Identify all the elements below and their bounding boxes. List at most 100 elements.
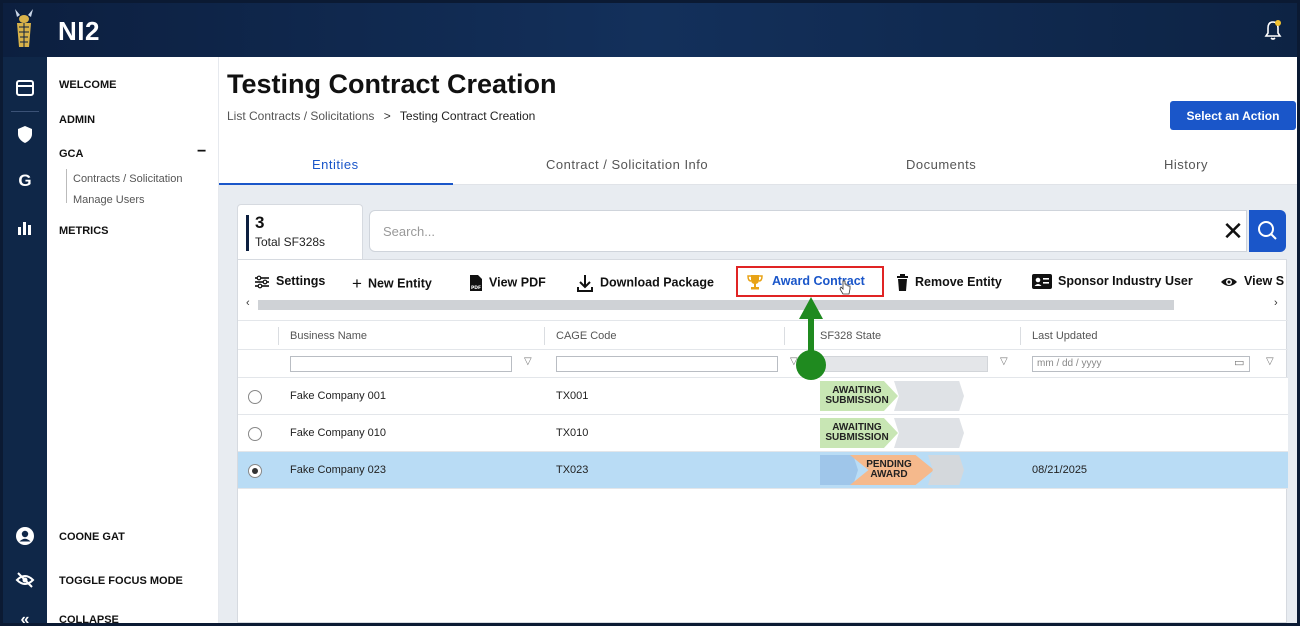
row-select-radio[interactable] (248, 427, 262, 441)
row-select-radio[interactable] (248, 464, 262, 478)
business-name-cell: Fake Company 001 (290, 390, 386, 402)
tab-bar: Entities Contract / Solicitation Info Do… (219, 143, 1297, 185)
icon-rail: G « (3, 57, 47, 623)
app-title: NI2 (58, 16, 100, 46)
dashboard-icon[interactable] (14, 77, 36, 99)
nav-admin[interactable]: ADMIN (59, 114, 95, 126)
breadcrumb: List Contracts / Solicitations > Testing… (227, 109, 535, 123)
business-name-filter[interactable] (290, 356, 512, 372)
sf328-state-cell: PENDING AWARD (820, 455, 970, 485)
scroll-right-icon[interactable]: › (1274, 297, 1278, 309)
annotation-arrow-icon (796, 297, 826, 380)
collapse-icon[interactable]: « (14, 609, 36, 623)
table-row-selected[interactable]: Fake Company 023 TX023 PENDING AWARD 08/… (238, 452, 1288, 489)
clear-search-icon[interactable]: ✕ (1221, 216, 1245, 246)
business-name-cell: Fake Company 023 (290, 464, 386, 476)
tab-contract-info[interactable]: Contract / Solicitation Info (546, 157, 708, 172)
notification-bell-icon[interactable] (1263, 19, 1283, 41)
sponsor-industry-user-button[interactable]: Sponsor Industry User (1032, 274, 1193, 290)
search-button[interactable] (1249, 210, 1286, 252)
cage-code-cell: TX010 (556, 427, 589, 439)
scroll-thumb[interactable] (258, 300, 1174, 310)
total-count: 3 (255, 213, 265, 232)
search-icon (1258, 221, 1277, 240)
scroll-left-icon[interactable]: ‹ (246, 297, 250, 309)
view-pdf-label: View PDF (489, 275, 546, 290)
tab-documents[interactable]: Documents (906, 157, 976, 172)
toolbar-scrollbar[interactable]: ‹ › (244, 297, 1282, 312)
filter-icon[interactable]: ▽ (1000, 356, 1008, 367)
logo-icon (15, 9, 33, 47)
new-entity-button[interactable]: + New Entity (352, 274, 432, 294)
breadcrumb-separator: > (383, 109, 391, 123)
cage-code-filter[interactable] (556, 356, 778, 372)
collapse-gca-icon[interactable]: − (197, 143, 206, 161)
breadcrumb-parent[interactable]: List Contracts / Solicitations (227, 109, 374, 123)
column-business-name[interactable]: Business Name (290, 330, 367, 342)
top-bar: NI2 (3, 3, 1297, 57)
submenu-line (66, 169, 67, 203)
tab-history[interactable]: History (1164, 157, 1208, 172)
main-content: Testing Contract Creation List Contracts… (219, 57, 1297, 623)
svg-text:PDF: PDF (471, 285, 481, 291)
filter-icon[interactable]: ▽ (1266, 356, 1274, 367)
count-accent-bar (246, 215, 249, 251)
cage-code-cell: TX023 (556, 464, 589, 476)
view-button[interactable]: View S (1220, 274, 1284, 289)
id-card-icon (1032, 274, 1052, 290)
remove-entity-label: Remove Entity (915, 274, 1002, 289)
settings-button[interactable]: Settings (254, 274, 325, 289)
pdf-file-icon: PDF (470, 275, 482, 291)
trophy-icon (747, 275, 763, 290)
download-package-button[interactable]: Download Package (576, 274, 714, 292)
eye-icon (1221, 277, 1237, 286)
sponsor-industry-user-label: Sponsor Industry User (1058, 274, 1193, 288)
sf328-state-filter[interactable] (820, 356, 988, 372)
entities-grid-panel: Settings + New Entity PDF View PDF Downl… (237, 259, 1288, 623)
trash-icon (897, 274, 908, 291)
page-title: Testing Contract Creation (227, 69, 557, 99)
column-separator (278, 327, 279, 345)
state-label-line2: SUBMISSION (825, 395, 889, 406)
sf328-state-cell: AWAITING SUBMISSION (820, 381, 970, 411)
sidebar-nav: WELCOME ADMIN GCA − Contracts / Solicita… (47, 57, 219, 623)
column-last-updated[interactable]: Last Updated (1032, 330, 1097, 342)
last-updated-filter[interactable]: mm / dd / yyyy (1032, 356, 1250, 372)
shield-icon[interactable] (14, 123, 36, 145)
state-label-line2: SUBMISSION (825, 432, 889, 443)
nav-metrics[interactable]: METRICS (59, 225, 109, 237)
nav-manage-users[interactable]: Manage Users (73, 194, 145, 206)
filter-icon[interactable]: ▽ (524, 356, 532, 367)
table-row[interactable]: Fake Company 010 TX010 AWAITING SUBMISSI… (238, 415, 1288, 452)
nav-toggle-focus[interactable]: TOGGLE FOCUS MODE (59, 575, 183, 587)
nav-user[interactable]: COONE GAT (59, 531, 125, 543)
row-select-radio[interactable] (248, 390, 262, 404)
breadcrumb-current: Testing Contract Creation (399, 109, 536, 123)
search-input[interactable]: Search... (369, 210, 1247, 252)
column-cage-code[interactable]: CAGE Code (556, 330, 617, 342)
nav-contracts[interactable]: Contracts / Solicitation (73, 173, 182, 185)
column-separator (1020, 327, 1021, 345)
metrics-icon[interactable] (14, 217, 36, 239)
download-icon (577, 275, 593, 292)
gca-icon[interactable]: G (14, 170, 36, 192)
nav-collapse[interactable]: COLLAPSE (59, 614, 119, 623)
nav-welcome[interactable]: WELCOME (59, 79, 116, 91)
plus-icon: + (352, 274, 362, 293)
user-icon[interactable] (14, 525, 36, 547)
remove-entity-button[interactable]: Remove Entity (896, 274, 1002, 291)
download-package-label: Download Package (600, 275, 714, 290)
view-label: View S (1244, 274, 1285, 288)
focus-mode-icon[interactable] (14, 569, 36, 591)
select-action-button[interactable]: Select an Action (1170, 101, 1296, 130)
table-row[interactable]: Fake Company 001 TX001 AWAITING SUBMISSI… (238, 378, 1288, 415)
view-pdf-button[interactable]: PDF View PDF (469, 274, 546, 292)
total-count-card: 3 Total SF328s (237, 204, 363, 260)
sliders-icon (255, 275, 269, 289)
tab-entities[interactable]: Entities (312, 157, 359, 172)
new-entity-label: New Entity (367, 276, 432, 291)
calendar-icon[interactable]: ▭ (1234, 356, 1244, 369)
grid-header: Business Name CAGE Code SF328 State Last… (238, 320, 1288, 350)
state-label-line2: AWARD (870, 469, 908, 480)
nav-gca[interactable]: GCA (59, 148, 83, 160)
